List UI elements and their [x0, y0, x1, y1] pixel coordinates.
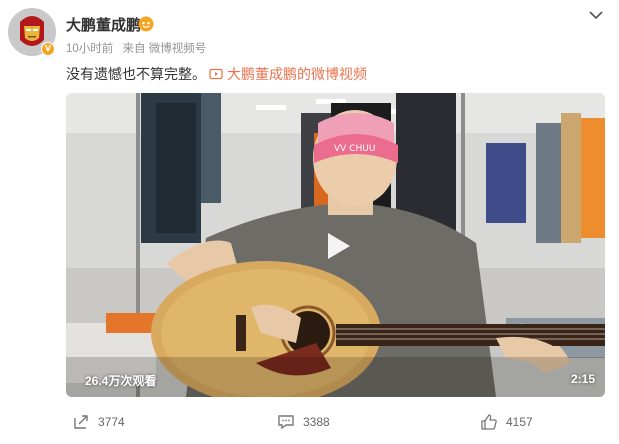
play-icon[interactable] — [318, 227, 356, 265]
post-time[interactable]: 10小时前 — [66, 43, 113, 55]
like-icon — [481, 414, 497, 430]
video-link-label: 大鹏董成鹏的微博视频 — [227, 66, 367, 82]
repost-button[interactable]: 3774 — [72, 413, 125, 431]
video-duration: 2:15 — [570, 372, 595, 386]
comment-icon — [278, 415, 294, 430]
like-button[interactable]: 4157 — [480, 413, 533, 431]
fan-badge-icon[interactable] — [138, 16, 154, 32]
author-name[interactable]: 大鹏董成鹏 — [66, 14, 141, 35]
like-count: 4157 — [506, 415, 533, 429]
video-link-icon — [209, 68, 223, 80]
video-player[interactable]: VV CHUU 26.4万次观看 2:15 — [66, 93, 605, 397]
repost-icon — [74, 415, 88, 429]
verified-badge-icon: V — [41, 42, 55, 56]
comment-button[interactable]: 3388 — [277, 413, 330, 431]
view-count: 26.4万次观看 — [85, 374, 157, 388]
action-bar: 3774 3388 4157 — [66, 413, 605, 435]
post-source: 来自 微博视频号 — [122, 43, 207, 55]
post-text: 没有遗憾也不算完整。 — [66, 66, 206, 82]
chevron-down-icon[interactable] — [587, 8, 605, 22]
video-link[interactable]: 大鹏董成鹏的微博视频 — [209, 64, 367, 84]
comment-count: 3388 — [303, 415, 330, 429]
post-meta: 10小时前 来自 微博视频号 — [66, 40, 212, 56]
headband-text: VV CHUU — [334, 144, 375, 154]
repost-count: 3774 — [98, 415, 125, 429]
